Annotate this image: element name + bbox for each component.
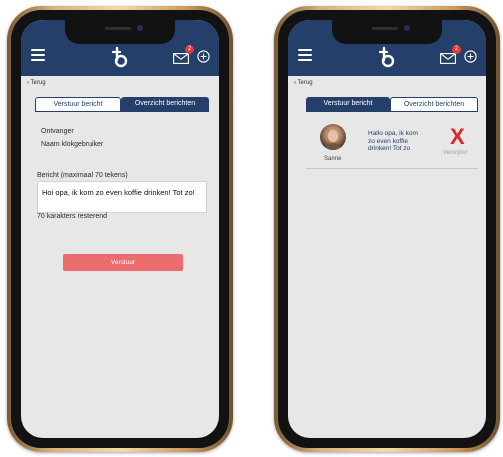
phone-bezel: 2 ‹ Terug Verstuur bericht Overzicht ber… [278,10,496,448]
speaker-grill [372,27,398,30]
list-divider [306,168,478,169]
delete-label[interactable]: Verwijder [443,150,468,156]
message-label: Bericht (maximaal 70 tekens) [37,172,128,179]
message-input[interactable]: Hoi opa, ik kom zo even koffie drinken! … [37,181,207,213]
avatar [320,124,346,150]
back-link[interactable]: ‹ Terug [27,80,46,86]
hamburger-menu-icon[interactable] [31,49,45,61]
plus-circle-icon[interactable] [197,50,210,63]
speaker-grill [105,27,131,30]
phone-left: 2 ‹ Terug Verstuur bericht Overzicht ber… [7,6,233,452]
chars-remaining: 70 karakters resterend [37,213,108,220]
hamburger-menu-icon[interactable] [298,49,312,61]
delete-icon[interactable]: X [450,126,465,148]
back-link[interactable]: ‹ Terug [294,80,313,86]
tab-message-overview[interactable]: Overzicht berichten [121,97,209,111]
mail-icon[interactable]: 2 [173,45,194,64]
tab-underline [35,111,209,112]
tab-send-message[interactable]: Verstuur bericht [35,97,121,111]
send-button[interactable]: Verstuur [63,254,183,271]
b-logo-icon[interactable] [111,46,129,68]
tab-underline [306,111,478,112]
recipient-label: Ontvanger [41,128,74,135]
tab-send-message[interactable]: Verstuur bericht [306,97,390,111]
phone-bezel: 2 ‹ Terug Verstuur bericht Overzicht ber… [11,10,229,448]
phone-right: 2 ‹ Terug Verstuur bericht Overzicht ber… [274,6,500,452]
tab-message-overview[interactable]: Overzicht berichten [390,97,478,111]
mail-icon[interactable]: 2 [440,45,461,64]
phone-screen: 2 ‹ Terug Verstuur bericht Overzicht ber… [288,20,486,438]
phone-screen: 2 ‹ Terug Verstuur bericht Overzicht ber… [21,20,219,438]
message-preview: Hallo opa, ik kom zo even koffie drinken… [368,130,418,152]
sender-name: Sanne [324,156,342,162]
mail-count-badge: 2 [452,45,461,54]
front-camera [404,25,410,31]
plus-circle-icon[interactable] [464,50,477,63]
mail-count-badge: 2 [185,45,194,54]
phone-notch [65,20,175,44]
b-logo-icon[interactable] [378,46,396,68]
recipient-name[interactable]: Naam klokgebruiker [41,141,103,148]
phone-notch [332,20,442,44]
front-camera [137,25,143,31]
